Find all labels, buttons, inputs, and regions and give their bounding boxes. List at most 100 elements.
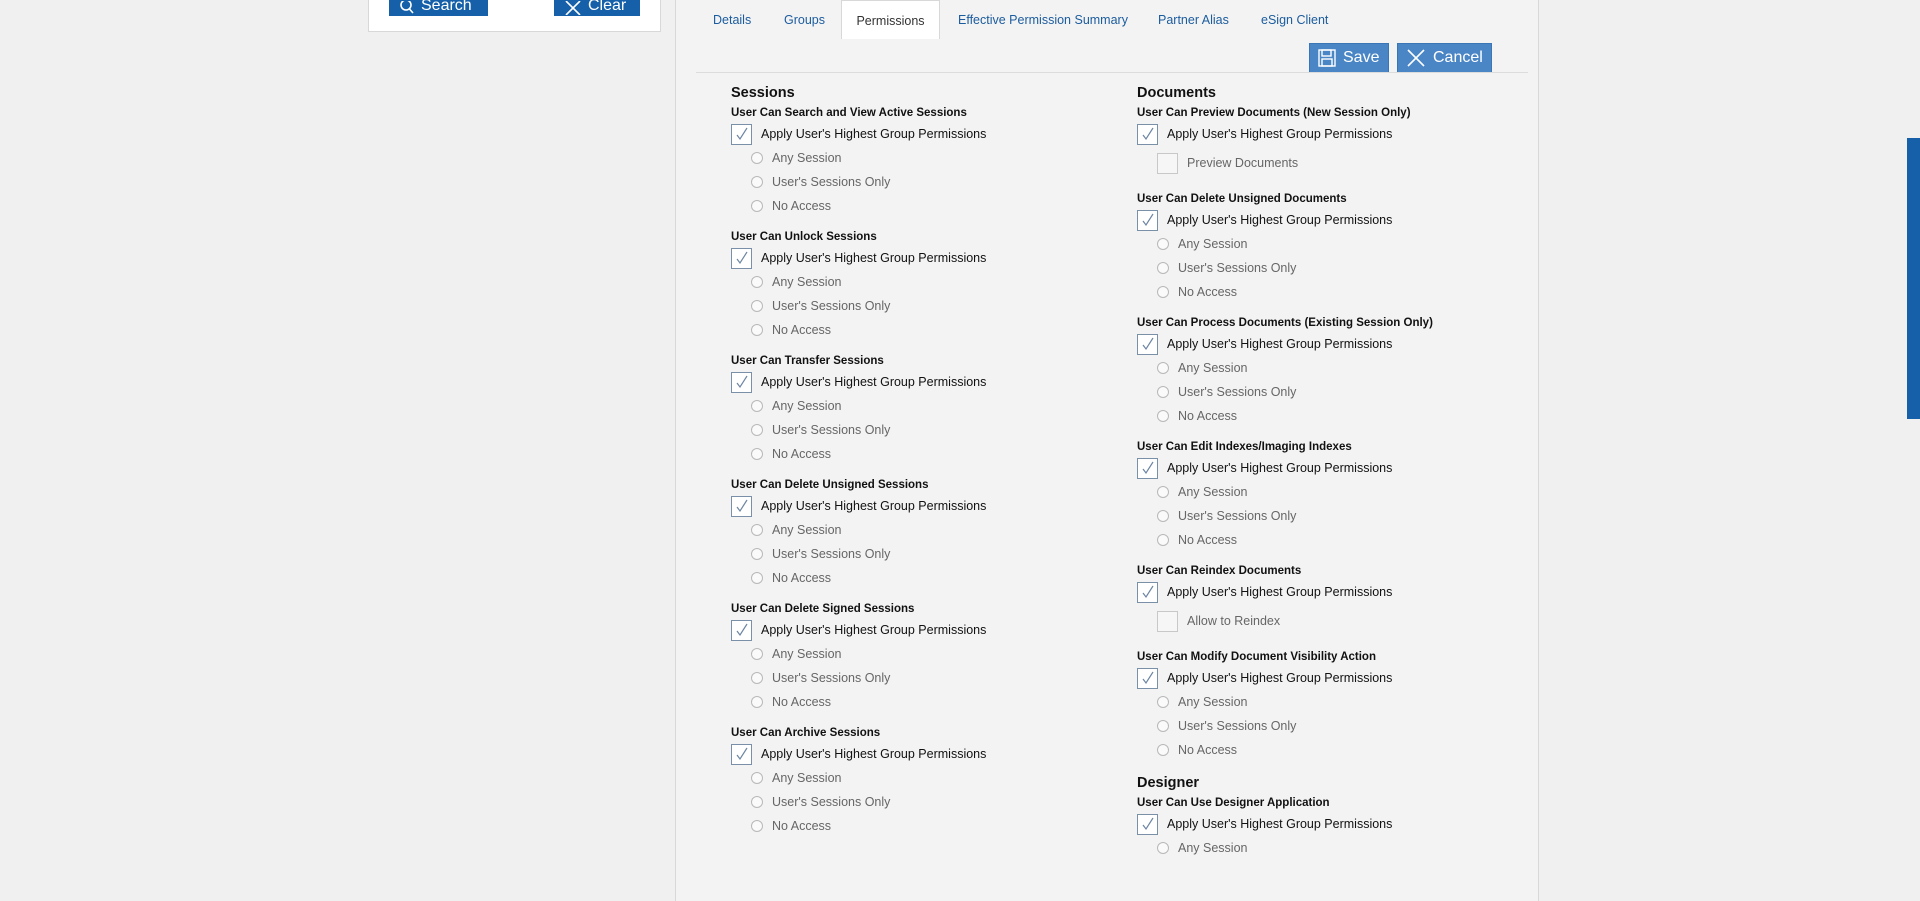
apply-group-permissions[interactable]: Apply User's Highest Group Permissions xyxy=(731,618,986,642)
page-scrollbar-thumb[interactable] xyxy=(1907,138,1920,419)
radio-button[interactable] xyxy=(751,648,763,660)
apply-checkbox[interactable] xyxy=(1137,123,1158,145)
apply-group-permissions[interactable]: Apply User's Highest Group Permissions xyxy=(731,246,986,270)
radio-button[interactable] xyxy=(751,572,763,584)
apply-group-permissions[interactable]: Apply User's Highest Group Permissions xyxy=(1137,666,1433,690)
radio-no-access[interactable]: No Access xyxy=(731,566,986,590)
radio-button[interactable] xyxy=(751,672,763,684)
radio-users-sessions-only[interactable]: User's Sessions Only xyxy=(1137,504,1433,528)
radio-no-access[interactable]: No Access xyxy=(1137,404,1433,428)
radio-button[interactable] xyxy=(751,200,763,212)
tab-permissions[interactable]: Permissions xyxy=(841,0,940,39)
apply-checkbox[interactable] xyxy=(1137,581,1158,603)
preview-documents-checkbox[interactable] xyxy=(1157,152,1178,174)
apply-checkbox[interactable] xyxy=(1137,457,1158,479)
radio-button[interactable] xyxy=(751,152,763,164)
radio-no-access[interactable]: No Access xyxy=(731,318,986,342)
apply-checkbox[interactable] xyxy=(1137,333,1158,355)
apply-group-permissions[interactable]: Apply User's Highest Group Permissions xyxy=(1137,456,1433,480)
apply-group-permissions[interactable]: Apply User's Highest Group Permissions xyxy=(1137,208,1433,232)
radio-button[interactable] xyxy=(1157,534,1169,546)
radio-any-session[interactable]: Any Session xyxy=(1137,690,1433,714)
radio-button[interactable] xyxy=(1157,262,1169,274)
radio-any-session[interactable]: Any Session xyxy=(1137,836,1433,860)
apply-checkbox[interactable] xyxy=(731,247,752,269)
radio-button[interactable] xyxy=(751,324,763,336)
radio-any-session[interactable]: Any Session xyxy=(731,270,986,294)
radio-button[interactable] xyxy=(1157,362,1169,374)
radio-no-access[interactable]: No Access xyxy=(1137,528,1433,552)
save-button[interactable]: Save xyxy=(1309,43,1389,73)
radio-button[interactable] xyxy=(1157,696,1169,708)
preview-documents-option[interactable]: Preview Documents xyxy=(1137,146,1433,180)
radio-users-sessions-only[interactable]: User's Sessions Only xyxy=(731,294,986,318)
radio-button[interactable] xyxy=(1157,486,1169,498)
radio-button[interactable] xyxy=(1157,410,1169,422)
apply-checkbox[interactable] xyxy=(731,123,752,145)
radio-button[interactable] xyxy=(1157,744,1169,756)
radio-button[interactable] xyxy=(751,300,763,312)
radio-button[interactable] xyxy=(751,424,763,436)
radio-no-access[interactable]: No Access xyxy=(731,690,986,714)
radio-any-session[interactable]: Any Session xyxy=(1137,480,1433,504)
radio-users-sessions-only[interactable]: User's Sessions Only xyxy=(1137,256,1433,280)
radio-button[interactable] xyxy=(751,796,763,808)
apply-group-permissions[interactable]: Apply User's Highest Group Permissions xyxy=(731,370,986,394)
radio-any-session[interactable]: Any Session xyxy=(731,146,986,170)
radio-no-access[interactable]: No Access xyxy=(1137,280,1433,304)
radio-button[interactable] xyxy=(1157,510,1169,522)
radio-button[interactable] xyxy=(751,448,763,460)
radio-button[interactable] xyxy=(751,176,763,188)
radio-any-session[interactable]: Any Session xyxy=(731,518,986,542)
radio-button[interactable] xyxy=(751,820,763,832)
radio-button[interactable] xyxy=(751,400,763,412)
radio-button[interactable] xyxy=(751,696,763,708)
tab-partner-alias[interactable]: Partner Alias xyxy=(1158,0,1229,39)
radio-no-access[interactable]: No Access xyxy=(731,814,986,838)
radio-any-session[interactable]: Any Session xyxy=(731,642,986,666)
apply-checkbox[interactable] xyxy=(731,371,752,393)
apply-group-permissions[interactable]: Apply User's Highest Group Permissions xyxy=(1137,122,1433,146)
radio-button[interactable] xyxy=(1157,238,1169,250)
radio-any-session[interactable]: Any Session xyxy=(1137,232,1433,256)
apply-group-permissions[interactable]: Apply User's Highest Group Permissions xyxy=(1137,812,1433,836)
tab-groups[interactable]: Groups xyxy=(784,0,825,39)
radio-users-sessions-only[interactable]: User's Sessions Only xyxy=(1137,714,1433,738)
radio-any-session[interactable]: Any Session xyxy=(731,394,986,418)
radio-users-sessions-only[interactable]: User's Sessions Only xyxy=(731,170,986,194)
radio-users-sessions-only[interactable]: User's Sessions Only xyxy=(731,666,986,690)
apply-checkbox[interactable] xyxy=(1137,813,1158,835)
radio-button[interactable] xyxy=(1157,286,1169,298)
radio-users-sessions-only[interactable]: User's Sessions Only xyxy=(1137,380,1433,404)
radio-button[interactable] xyxy=(1157,842,1169,854)
apply-checkbox[interactable] xyxy=(1137,667,1158,689)
radio-no-access[interactable]: No Access xyxy=(731,442,986,466)
apply-group-permissions[interactable]: Apply User's Highest Group Permissions xyxy=(731,494,986,518)
radio-users-sessions-only[interactable]: User's Sessions Only xyxy=(731,542,986,566)
radio-users-sessions-only[interactable]: User's Sessions Only xyxy=(731,418,986,442)
apply-checkbox[interactable] xyxy=(1137,209,1158,231)
radio-any-session[interactable]: Any Session xyxy=(1137,356,1433,380)
allow-reindex-checkbox[interactable] xyxy=(1157,610,1178,632)
apply-checkbox[interactable] xyxy=(731,619,752,641)
tab-details[interactable]: Details xyxy=(713,0,751,39)
apply-group-permissions[interactable]: Apply User's Highest Group Permissions xyxy=(1137,332,1433,356)
clear-button[interactable]: Clear xyxy=(554,0,640,16)
radio-button[interactable] xyxy=(751,276,763,288)
radio-button[interactable] xyxy=(1157,386,1169,398)
apply-checkbox[interactable] xyxy=(731,743,752,765)
apply-group-permissions[interactable]: Apply User's Highest Group Permissions xyxy=(731,742,986,766)
apply-group-permissions[interactable]: Apply User's Highest Group Permissions xyxy=(731,122,986,146)
tab-esign-client[interactable]: eSign Client xyxy=(1261,0,1328,39)
radio-users-sessions-only[interactable]: User's Sessions Only xyxy=(731,790,986,814)
tab-effective-permission-summary[interactable]: Effective Permission Summary xyxy=(958,0,1128,39)
radio-button[interactable] xyxy=(1157,720,1169,732)
radio-no-access[interactable]: No Access xyxy=(731,194,986,218)
apply-group-permissions[interactable]: Apply User's Highest Group Permissions xyxy=(1137,580,1433,604)
radio-button[interactable] xyxy=(751,524,763,536)
apply-checkbox[interactable] xyxy=(731,495,752,517)
allow-reindex-option[interactable]: Allow to Reindex xyxy=(1137,604,1433,638)
radio-no-access[interactable]: No Access xyxy=(1137,738,1433,762)
search-button[interactable]: Search xyxy=(389,0,488,16)
radio-any-session[interactable]: Any Session xyxy=(731,766,986,790)
